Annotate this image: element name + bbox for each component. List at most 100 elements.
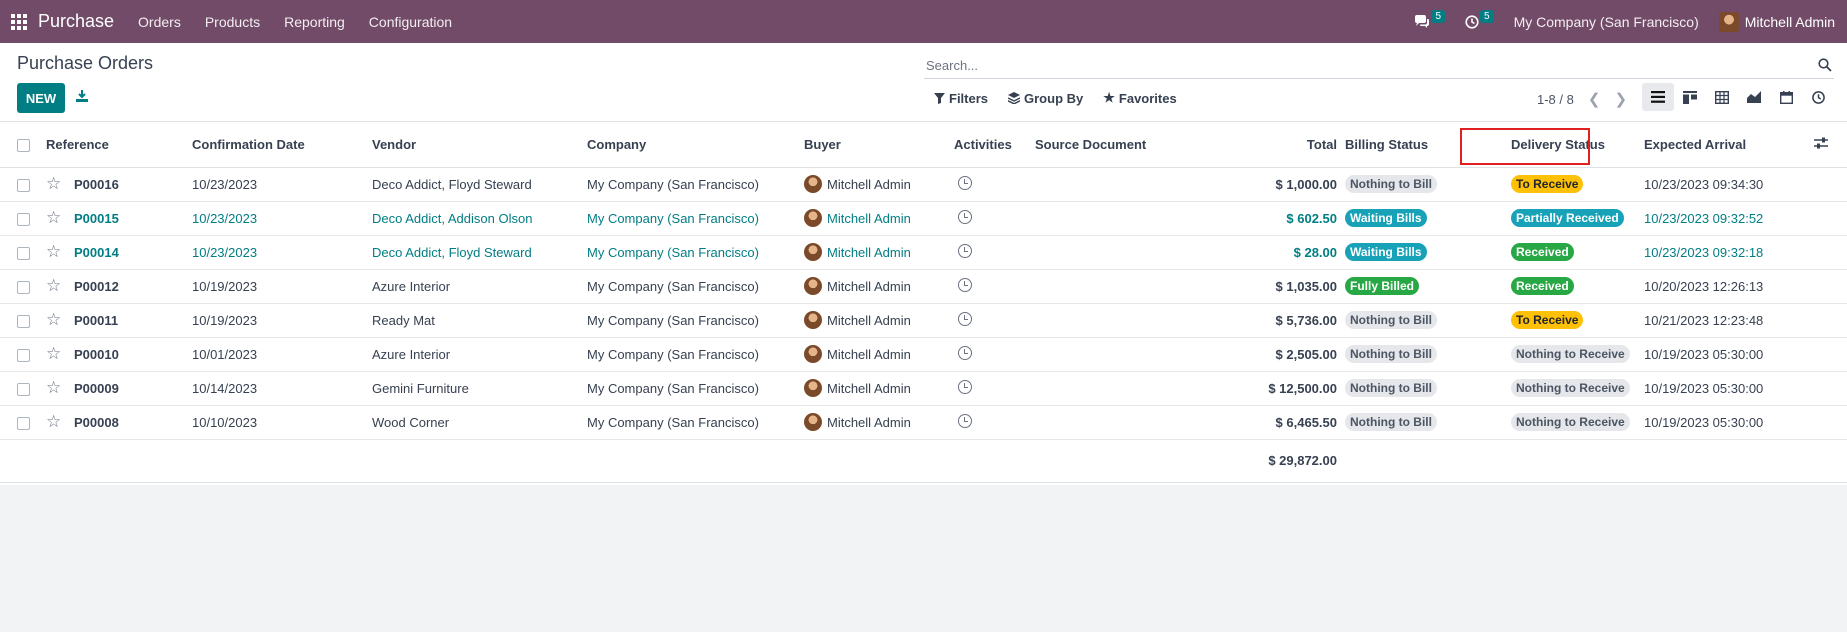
menu-reporting[interactable]: Reporting xyxy=(284,14,345,30)
menu-orders[interactable]: Orders xyxy=(138,14,181,30)
row-checkbox[interactable] xyxy=(17,178,30,192)
activity-clock-icon[interactable] xyxy=(958,243,972,258)
table-row[interactable]: ☆ P00012 10/19/2023 Azure Interior My Compan… xyxy=(0,269,1847,304)
select-all-checkbox[interactable] xyxy=(17,138,30,152)
activity-clock-icon[interactable] xyxy=(958,311,972,326)
cell-total: $ 28.00 xyxy=(1220,235,1345,270)
cell-reference: P00008 xyxy=(74,405,192,440)
activity-view-icon[interactable] xyxy=(1802,83,1834,111)
activity-clock-icon[interactable] xyxy=(958,209,972,224)
activities-counter: 5 xyxy=(1480,10,1494,23)
cell-expected-arrival: 10/19/2023 05:30:00 xyxy=(1644,337,1814,372)
delivery-status-badge: Partially Received xyxy=(1511,209,1624,227)
table-row[interactable]: ☆ P00011 10/19/2023 Ready Mat My Company (Sa… xyxy=(0,303,1847,338)
star-icon[interactable]: ☆ xyxy=(46,242,61,261)
table-row[interactable]: ☆ P00008 10/10/2023 Wood Corner My Company (… xyxy=(0,405,1847,440)
menu-configuration[interactable]: Configuration xyxy=(369,14,452,30)
cell-buyer: Mitchell Admin xyxy=(804,167,954,202)
clock-icon xyxy=(1465,14,1479,29)
activity-clock-icon[interactable] xyxy=(958,413,972,428)
cell-vendor: Deco Addict, Floyd Steward xyxy=(372,235,587,270)
col-buyer[interactable]: Buyer xyxy=(804,122,954,168)
row-checkbox[interactable] xyxy=(17,314,30,328)
activity-clock-icon[interactable] xyxy=(958,379,972,394)
list-view-icon[interactable] xyxy=(1642,83,1674,111)
row-checkbox[interactable] xyxy=(17,416,30,430)
chevron-left-icon[interactable]: ❮ xyxy=(1588,90,1601,108)
messages-systray[interactable]: 5 xyxy=(1414,10,1445,29)
star-icon[interactable]: ☆ xyxy=(46,276,61,295)
graph-view-icon[interactable] xyxy=(1738,83,1770,111)
col-company[interactable]: Company xyxy=(587,122,804,168)
buyer-avatar xyxy=(804,379,822,397)
table-row[interactable]: ☆ P00014 10/23/2023 Deco Addict, Floyd Stew… xyxy=(0,235,1847,270)
col-reference[interactable]: Reference xyxy=(46,137,109,152)
cell-vendor: Gemini Furniture xyxy=(372,371,587,406)
table-row[interactable]: ☆ P00015 10/23/2023 Deco Addict, Addison Ol… xyxy=(0,201,1847,236)
col-billing-status[interactable]: Billing Status xyxy=(1345,122,1489,168)
row-checkbox[interactable] xyxy=(17,280,30,294)
cell-confirmation-date: 10/23/2023 xyxy=(192,201,372,236)
menu-products[interactable]: Products xyxy=(205,14,260,30)
favorites-dropdown[interactable]: ★ Favorites xyxy=(1103,90,1176,106)
company-switcher[interactable]: My Company (San Francisco) xyxy=(1514,14,1699,30)
cell-billing-status: Waiting Bills xyxy=(1345,201,1489,236)
filters-label: Filters xyxy=(949,90,989,106)
cell-expected-arrival: 10/20/2023 12:26:13 xyxy=(1644,269,1814,304)
user-menu[interactable]: Mitchell Admin xyxy=(1718,11,1835,32)
user-name: Mitchell Admin xyxy=(1744,13,1835,30)
col-source-document[interactable]: Source Document xyxy=(1035,122,1220,168)
star-icon[interactable]: ☆ xyxy=(46,208,61,227)
cell-total: $ 1,000.00 xyxy=(1220,167,1345,202)
chevron-right-icon[interactable]: ❯ xyxy=(1614,90,1627,108)
optional-columns-toggle[interactable] xyxy=(1814,122,1847,168)
row-checkbox[interactable] xyxy=(17,382,30,396)
cell-company: My Company (San Francisco) xyxy=(587,337,804,372)
table-row[interactable]: ☆ P00016 10/23/2023 Deco Addict, Floyd Stew… xyxy=(0,167,1847,202)
delivery-status-badge: Received xyxy=(1511,277,1574,295)
download-icon[interactable] xyxy=(75,89,91,105)
billing-status-badge: Nothing to Bill xyxy=(1345,345,1437,363)
group-by-label: Group By xyxy=(1024,90,1084,106)
pager-value[interactable]: 1-8 / 8 xyxy=(1537,92,1574,107)
star-icon[interactable]: ☆ xyxy=(46,310,61,329)
star-icon[interactable]: ☆ xyxy=(46,378,61,397)
star-icon[interactable]: ☆ xyxy=(46,344,61,363)
delivery-status-badge: To Receive xyxy=(1511,311,1584,329)
col-expected-arrival[interactable]: Expected Arrival xyxy=(1644,122,1814,168)
activity-clock-icon[interactable] xyxy=(958,345,972,360)
col-vendor[interactable]: Vendor xyxy=(372,122,587,168)
star-icon[interactable]: ☆ xyxy=(46,412,61,431)
table-row[interactable]: ☆ P00009 10/14/2023 Gemini Furniture My Comp… xyxy=(0,371,1847,406)
cell-confirmation-date: 10/01/2023 xyxy=(192,337,372,372)
kanban-view-icon[interactable] xyxy=(1674,83,1706,111)
cell-company: My Company (San Francisco) xyxy=(587,201,804,236)
row-checkbox[interactable] xyxy=(17,348,30,362)
table-header: Reference Confirmation Date Vendor Compa… xyxy=(0,122,1847,168)
cell-source-document xyxy=(1035,303,1220,338)
activities-systray[interactable]: 5 xyxy=(1465,10,1494,29)
billing-status-badge: Nothing to Bill xyxy=(1345,379,1437,397)
star-icon[interactable]: ☆ xyxy=(46,174,61,193)
search-icon[interactable] xyxy=(1818,58,1832,72)
row-checkbox[interactable] xyxy=(17,212,30,226)
group-by-dropdown[interactable]: Group By xyxy=(1008,90,1083,106)
activity-clock-icon[interactable] xyxy=(958,277,972,292)
search-input[interactable] xyxy=(924,58,1834,73)
pivot-view-icon[interactable] xyxy=(1706,83,1738,111)
buyer-name: Mitchell Admin xyxy=(827,244,911,260)
col-delivery-status[interactable]: Delivery Status xyxy=(1489,122,1644,168)
col-confirmation-date[interactable]: Confirmation Date xyxy=(192,122,372,168)
table-row[interactable]: ☆ P00010 10/01/2023 Azure Interior My Compan… xyxy=(0,337,1847,372)
row-checkbox[interactable] xyxy=(17,246,30,260)
cell-expected-arrival: 10/23/2023 09:34:30 xyxy=(1644,167,1814,202)
app-menu-icon[interactable] xyxy=(0,0,38,43)
col-activities[interactable]: Activities xyxy=(954,122,1035,168)
activity-clock-icon[interactable] xyxy=(958,175,972,190)
new-button[interactable]: NEW xyxy=(17,83,65,113)
app-name[interactable]: Purchase xyxy=(38,11,114,32)
col-total[interactable]: Total xyxy=(1220,122,1345,168)
calendar-view-icon[interactable] xyxy=(1770,83,1802,111)
filters-dropdown[interactable]: Filters xyxy=(934,90,988,106)
billing-status-badge: Waiting Bills xyxy=(1345,209,1427,227)
